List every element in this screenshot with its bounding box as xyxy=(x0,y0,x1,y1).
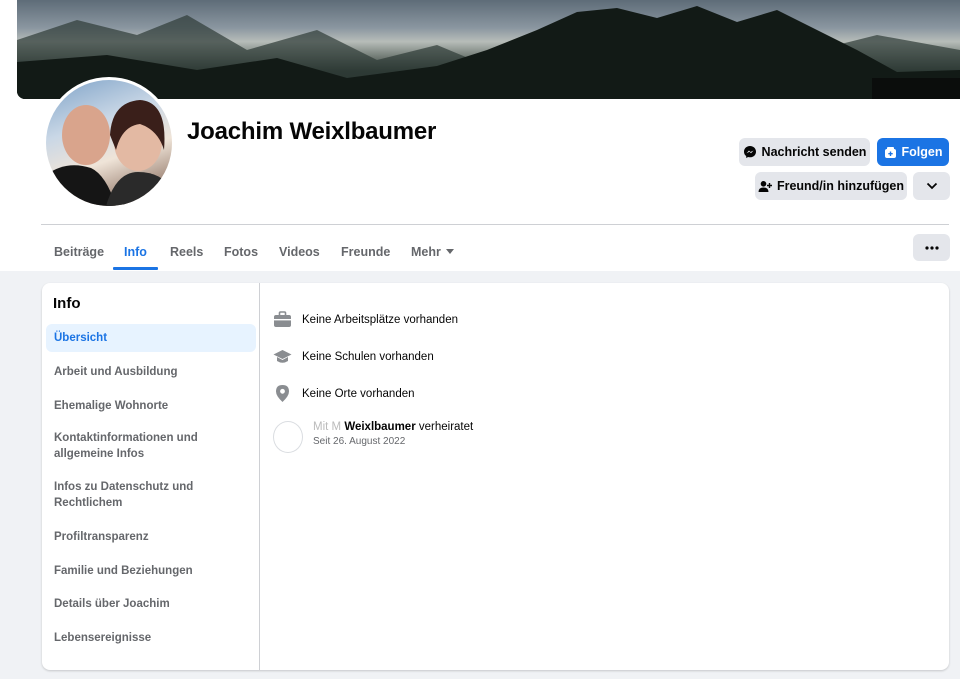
about-nav-label: Arbeit und Ausbildung xyxy=(54,366,178,378)
profile-name: Joachim Weixlbaumer xyxy=(187,118,437,145)
follow-label: Folgen xyxy=(901,145,943,159)
location-pin-icon xyxy=(273,384,292,403)
overview-places: Keine Orte vorhanden xyxy=(273,384,415,403)
about-nav-work-education[interactable]: Arbeit und Ausbildung xyxy=(46,358,256,386)
send-message-button[interactable]: Nachricht senden xyxy=(739,138,870,166)
about-title: Info xyxy=(53,295,81,312)
active-tab-indicator xyxy=(113,267,158,270)
about-nav-transparency[interactable]: Profiltransparenz xyxy=(46,523,256,551)
spouse-avatar[interactable] xyxy=(273,421,303,453)
chevron-down-icon xyxy=(926,182,937,190)
tab-label: Freunde xyxy=(341,244,391,259)
header-divider xyxy=(41,224,949,225)
tab-photos[interactable]: Fotos xyxy=(224,232,258,271)
about-nav-privacy[interactable]: Infos zu Datenschutz und Rechtlichem xyxy=(46,477,256,513)
tab-label: Fotos xyxy=(224,244,259,259)
send-message-label: Nachricht senden xyxy=(761,145,867,159)
about-nav-family[interactable]: Familie und Beziehungen xyxy=(46,557,256,585)
about-nav-label: Lebensereignisse xyxy=(54,632,152,644)
relationship-status: verheiratet xyxy=(415,421,474,433)
cover-photo[interactable] xyxy=(17,0,960,99)
tab-info[interactable]: Info xyxy=(124,232,147,271)
follow-button[interactable]: Folgen xyxy=(877,138,949,166)
briefcase-icon xyxy=(273,310,292,329)
tab-label: Videos xyxy=(279,244,320,259)
about-nav-label: Infos zu Datenschutz und Rechtlichem xyxy=(54,481,194,509)
tab-videos[interactable]: Videos xyxy=(279,232,320,271)
profile-options-button[interactable] xyxy=(913,234,950,261)
tab-label: Info xyxy=(124,244,147,259)
overview-work-text: Keine Arbeitsplätze vorhanden xyxy=(302,313,458,326)
caret-down-icon xyxy=(445,249,454,254)
about-nav-label: Details über Joachim xyxy=(54,598,170,610)
profile-header: Joachim Weixlbaumer Nachricht senden Fol… xyxy=(0,0,960,271)
more-dots-icon xyxy=(924,245,939,250)
tab-label: Beiträge xyxy=(54,244,105,259)
tab-label: Mehr xyxy=(411,244,441,259)
about-nav-label: Familie und Beziehungen xyxy=(54,565,193,577)
overview-relationship: Mit M Weixlbaumer verheiratet xyxy=(313,421,473,433)
tab-posts[interactable]: Beiträge xyxy=(54,232,104,271)
graduation-cap-icon xyxy=(273,347,292,366)
about-nav-details[interactable]: Details über Joachim xyxy=(46,590,256,618)
messenger-icon xyxy=(743,146,756,158)
about-card: Info Übersicht Arbeit und Ausbildung Ehe… xyxy=(42,283,949,670)
about-nav-label: Kontaktinformationen und allgemeine Info… xyxy=(54,432,198,460)
about-nav-label: Ehemalige Wohnorte xyxy=(54,400,169,412)
about-nav-life-events[interactable]: Lebensereignisse xyxy=(46,624,256,652)
relationship-prefix: Mit M xyxy=(313,421,345,433)
overview-work: Keine Arbeitsplätze vorhanden xyxy=(273,310,458,329)
about-nav-label: Übersicht xyxy=(54,332,108,344)
tab-label: Reels xyxy=(170,244,204,259)
about-nav-overview[interactable]: Übersicht xyxy=(46,324,256,352)
spouse-name-link[interactable]: Weixlbaumer xyxy=(344,421,415,433)
add-friend-button[interactable]: Freund/in hinzufügen xyxy=(755,172,907,200)
tab-friends[interactable]: Freunde xyxy=(341,232,390,271)
profile-avatar[interactable] xyxy=(43,77,175,209)
tab-reels[interactable]: Reels xyxy=(170,232,203,271)
more-actions-button[interactable] xyxy=(913,172,950,200)
about-nav-places[interactable]: Ehemalige Wohnorte xyxy=(46,392,256,420)
add-friend-icon xyxy=(758,180,772,192)
overview-school-text: Keine Schulen vorhanden xyxy=(302,350,434,363)
overview-places-text: Keine Orte vorhanden xyxy=(302,387,415,400)
about-nav-contact[interactable]: Kontaktinformationen und allgemeine Info… xyxy=(46,428,256,464)
overview-school: Keine Schulen vorhanden xyxy=(273,347,434,366)
tab-more[interactable]: Mehr xyxy=(411,232,454,271)
about-sidebar: Info Übersicht Arbeit und Ausbildung Ehe… xyxy=(42,283,260,670)
relationship-since: Seit 26. August 2022 xyxy=(313,436,406,447)
add-friend-label: Freund/in hinzufügen xyxy=(776,179,905,193)
follow-icon xyxy=(884,146,896,158)
profile-photo xyxy=(46,80,172,206)
about-nav-label: Profiltransparenz xyxy=(54,531,149,543)
